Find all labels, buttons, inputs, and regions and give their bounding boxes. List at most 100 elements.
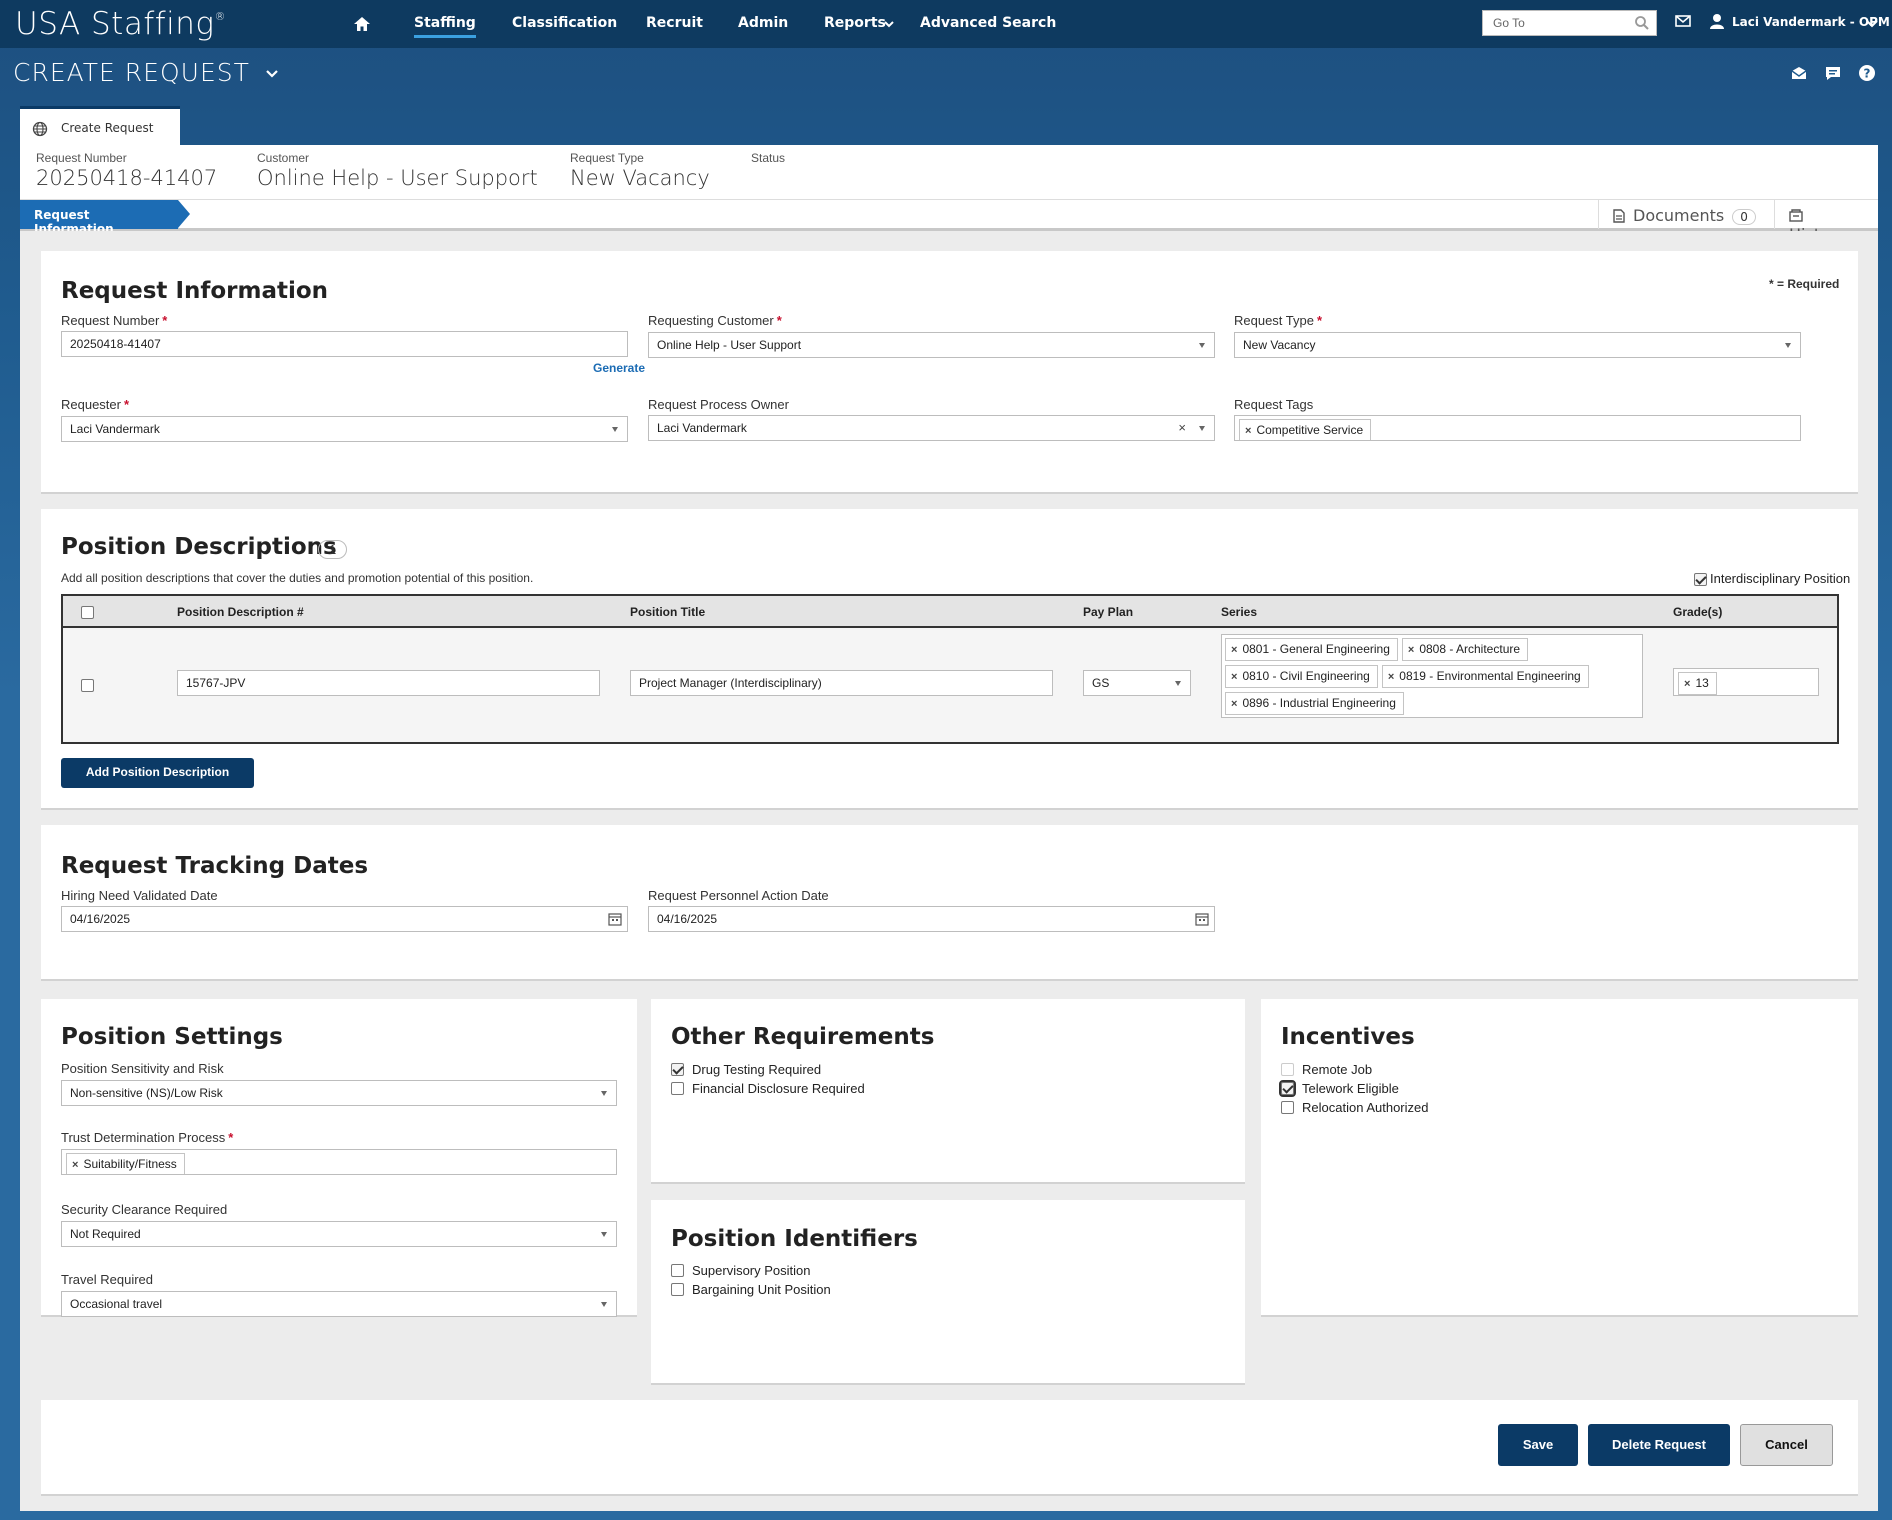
supervisory-checkbox[interactable] — [671, 1264, 684, 1277]
remove-icon[interactable]: × — [1231, 644, 1237, 656]
sub-navigation: Request Information Documents 0 History — [20, 199, 1878, 244]
remove-icon[interactable]: × — [1408, 644, 1414, 656]
bargaining-unit-label: Bargaining Unit Position — [692, 1282, 831, 1297]
request-type-select[interactable]: New Vacancy — [1234, 332, 1801, 358]
telework-eligible-checkbox[interactable] — [1279, 1080, 1296, 1097]
clearance-select[interactable]: Not Required — [61, 1221, 617, 1247]
series-multiselect[interactable]: × 0801 - General Engineering × 0808 - Archi… — [1221, 634, 1643, 718]
select-value: Online Help - User Support — [657, 338, 802, 352]
history-button[interactable]: History — [1774, 200, 1878, 244]
page-title[interactable]: CREATE REQUEST — [13, 58, 279, 87]
bargaining-unit-checkbox[interactable] — [671, 1283, 684, 1296]
drug-testing-checkbox[interactable] — [671, 1063, 684, 1076]
calendar-icon[interactable] — [1195, 912, 1209, 926]
remove-icon[interactable]: × — [1231, 698, 1237, 710]
select-value: Not Required — [70, 1227, 141, 1241]
grade-chip: × 13 — [1678, 672, 1717, 695]
remove-icon[interactable]: × — [1245, 425, 1251, 437]
remove-icon[interactable]: × — [1231, 671, 1237, 683]
actions-card: Save Delete Request Cancel — [41, 1400, 1858, 1496]
select-all-checkbox[interactable] — [81, 606, 94, 619]
nav-reports[interactable]: Reports — [824, 15, 886, 31]
caret-down-icon — [1175, 681, 1181, 686]
series-chip: × 0801 - General Engineering — [1225, 638, 1398, 661]
select-value: GS — [1092, 676, 1110, 690]
request-summary: Request Number 20250418-41407 Customer O… — [20, 145, 1878, 199]
generate-link[interactable]: Generate — [593, 361, 645, 375]
nav-admin[interactable]: Admin — [738, 15, 788, 31]
nav-staffing[interactable]: Staffing — [414, 15, 476, 38]
requester-select[interactable]: Laci Vandermark — [61, 416, 628, 442]
remove-icon[interactable]: × — [1684, 678, 1690, 690]
search-icon[interactable] — [1634, 15, 1650, 31]
position-title-input[interactable]: Project Manager (Interdisciplinary) — [630, 670, 1053, 696]
section-title: Other Requirements — [671, 1024, 935, 1050]
remove-icon[interactable]: × — [72, 1159, 78, 1171]
position-settings-card: Position Settings Position Sensitivity a… — [41, 999, 637, 1317]
pa-date-input[interactable]: 04/16/2025 — [648, 906, 1215, 932]
tracking-dates-card: Request Tracking Dates Hiring Need Valid… — [41, 825, 1858, 981]
chip-label: 0808 - Architecture — [1419, 642, 1521, 656]
remove-icon[interactable]: × — [1388, 671, 1394, 683]
request-number-input[interactable]: 20250418-41407 — [61, 331, 628, 357]
relocation-checkbox[interactable] — [1281, 1101, 1294, 1114]
requesting-customer-select[interactable]: Online Help - User Support — [648, 332, 1215, 358]
row-checkbox[interactable] — [81, 679, 94, 692]
user-icon[interactable] — [1708, 12, 1726, 30]
document-icon — [1613, 209, 1625, 223]
position-descriptions-card: Position Descriptions 1 Add all position… — [41, 509, 1858, 810]
nav-advanced-search[interactable]: Advanced Search — [920, 15, 1056, 31]
pd-number-input[interactable]: 15767-JPV — [177, 670, 600, 696]
inbox-icon[interactable] — [1790, 64, 1808, 82]
home-icon[interactable] — [352, 14, 372, 34]
save-button[interactable]: Save — [1498, 1424, 1578, 1466]
summary-label: Request Number — [36, 151, 127, 165]
financial-disclosure-checkbox[interactable] — [671, 1082, 684, 1095]
nav-classification[interactable]: Classification — [512, 15, 617, 31]
travel-select[interactable]: Occasional travel — [61, 1291, 617, 1317]
chevron-down-icon[interactable] — [884, 19, 894, 29]
clear-icon[interactable]: × — [1178, 420, 1186, 435]
trust-multiselect[interactable]: × Suitability/Fitness — [61, 1149, 617, 1175]
chip-label: 0801 - General Engineering — [1242, 642, 1390, 656]
chat-icon[interactable] — [1824, 64, 1842, 82]
sensitivity-label: Position Sensitivity and Risk — [61, 1061, 224, 1076]
app-logo[interactable]: USA Staffing® — [15, 6, 226, 42]
process-owner-label: Request Process Owner — [648, 397, 789, 412]
remote-job-checkbox[interactable] — [1281, 1063, 1294, 1076]
chevron-down-icon[interactable] — [265, 67, 279, 81]
summary-label: Request Type — [570, 151, 644, 165]
add-position-description-button[interactable]: Add Position Description — [61, 758, 254, 788]
telework-eligible-label: Telework Eligible — [1302, 1081, 1399, 1096]
request-information-card: Request Information * = Required Request… — [41, 251, 1858, 494]
sensitivity-select[interactable]: Non-sensitive (NS)/Low Risk — [61, 1080, 617, 1106]
goto-input[interactable]: Go To — [1482, 10, 1657, 36]
step-request-information[interactable]: Request Information — [20, 200, 190, 236]
interdisciplinary-checkbox[interactable] — [1694, 573, 1707, 586]
travel-label: Travel Required — [61, 1272, 154, 1287]
mail-icon[interactable] — [1674, 12, 1692, 30]
series-chip: × 0819 - Environmental Engineering — [1381, 665, 1589, 688]
summary-customer: Customer Online Help - User Support — [257, 151, 538, 190]
requesting-customer-label: Requesting Customer * — [648, 313, 782, 328]
remote-job-label: Remote Job — [1302, 1062, 1373, 1077]
cancel-button[interactable]: Cancel — [1740, 1424, 1833, 1466]
process-owner-select[interactable]: Laci Vandermark × — [648, 415, 1215, 441]
hiring-date-input[interactable]: 04/16/2025 — [61, 906, 628, 932]
request-tags-input[interactable]: × Competitive Service — [1234, 415, 1801, 441]
grades-multiselect[interactable]: × 13 — [1673, 668, 1819, 696]
documents-label: Documents — [1633, 206, 1725, 225]
calendar-icon[interactable] — [608, 912, 622, 926]
nav-recruit[interactable]: Recruit — [646, 15, 703, 31]
chevron-down-icon[interactable] — [1866, 19, 1878, 29]
section-title: Position Descriptions — [61, 534, 337, 560]
tab-create-request[interactable]: Create Request — [20, 106, 180, 146]
series-chip: × 0810 - Civil Engineering — [1225, 665, 1378, 688]
documents-button[interactable]: Documents 0 — [1598, 200, 1768, 229]
pay-plan-select[interactable]: GS — [1083, 670, 1191, 696]
chip-label: 13 — [1695, 676, 1709, 690]
delete-request-button[interactable]: Delete Request — [1588, 1424, 1730, 1466]
select-value: Laci Vandermark — [657, 421, 747, 435]
help-icon[interactable]: ? — [1858, 64, 1876, 82]
relocation-label: Relocation Authorized — [1302, 1100, 1429, 1115]
